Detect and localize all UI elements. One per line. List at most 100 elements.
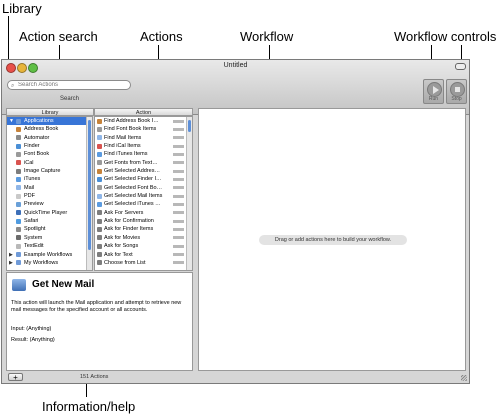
library-column-header[interactable]: Library	[6, 108, 94, 116]
action-scroll-thumb[interactable]	[188, 120, 191, 132]
search-actions-field[interactable]: ⌕	[7, 80, 131, 90]
action-icon	[97, 235, 102, 241]
action-icon	[97, 252, 102, 257]
library-item[interactable]: Mail	[7, 184, 92, 192]
library-item[interactable]: Font Book	[7, 150, 92, 158]
action-item[interactable]: Ask for Text	[95, 251, 192, 259]
callout-action-search: Action search	[19, 29, 98, 44]
action-icon	[97, 201, 102, 207]
library-item[interactable]: Image Capture	[7, 167, 92, 175]
automator-icon	[16, 135, 21, 141]
size-indicator	[173, 169, 184, 173]
action-item[interactable]: Ask For Servers	[95, 209, 192, 217]
library-item-example-workflows[interactable]: ▶ Example Workflows	[7, 251, 92, 259]
stop-button[interactable]: Stop	[446, 79, 467, 104]
action-item[interactable]: Find iTunes Items	[95, 150, 192, 158]
size-indicator	[173, 253, 184, 256]
library-item[interactable]: Finder	[7, 142, 92, 150]
preview-icon	[16, 201, 21, 207]
resize-grip-icon[interactable]	[461, 375, 467, 381]
action-item[interactable]: Get Fonts from Text…	[95, 159, 192, 167]
toolbar-toggle-button[interactable]	[455, 63, 466, 70]
action-icon	[97, 151, 102, 157]
info-description: This action will launch the Mail applica…	[11, 300, 182, 313]
add-button[interactable]: +	[8, 373, 23, 382]
library-item[interactable]: Preview	[7, 200, 92, 208]
action-item[interactable]: Find Address Book I…	[95, 117, 192, 125]
library-list: ▼ Applications Address Book Automator Fi…	[6, 116, 93, 271]
action-icon	[97, 218, 102, 224]
action-item[interactable]: Find Mail Items	[95, 134, 192, 142]
action-icon	[97, 118, 102, 124]
callout-workflow: Workflow	[240, 29, 294, 44]
size-indicator	[173, 211, 184, 215]
itunes-icon	[16, 176, 21, 182]
action-item[interactable]: Get Selected Addres…	[95, 167, 192, 175]
library-item[interactable]: PDF	[7, 192, 92, 200]
action-item[interactable]: Find iCal Items	[95, 142, 192, 150]
workflow-hint: Drag or add actions here to build your w…	[259, 235, 407, 245]
search-label: Search	[60, 96, 80, 102]
library-item[interactable]: Safari	[7, 217, 92, 225]
size-indicator	[173, 186, 184, 190]
library-item[interactable]: iTunes	[7, 175, 92, 183]
folder-icon	[16, 118, 21, 124]
action-icon	[97, 210, 102, 216]
library-item[interactable]: Spotlight	[7, 225, 92, 233]
library-scroll-thumb[interactable]	[88, 120, 91, 250]
workflow-area[interactable]: Drag or add actions here to build your w…	[198, 108, 466, 371]
action-icon	[97, 193, 102, 199]
library-item-my-workflows[interactable]: ▶ My Workflows	[7, 259, 92, 267]
action-item[interactable]: Ask for Songs	[95, 242, 192, 250]
callout-actions: Actions	[140, 29, 183, 44]
library-item[interactable]: QuickTime Player	[7, 209, 92, 217]
run-label: Run	[428, 96, 439, 102]
action-item[interactable]: Choose from List	[95, 259, 192, 267]
info-result: Result: (Anything)	[11, 337, 55, 343]
size-indicator	[173, 194, 184, 198]
quicktime-icon	[16, 210, 21, 216]
action-column-header[interactable]: Action	[94, 108, 193, 116]
font-book-icon	[16, 151, 21, 157]
action-icon	[97, 168, 102, 174]
info-title: Get New Mail	[32, 279, 95, 290]
search-icon: ⌕	[11, 83, 15, 89]
action-icon	[97, 260, 102, 266]
action-icon	[97, 160, 102, 166]
library-scrollbar[interactable]	[86, 117, 92, 270]
finder-icon	[16, 143, 21, 149]
column-headers: Library Action	[6, 108, 193, 116]
library-item[interactable]: System	[7, 234, 92, 242]
size-indicator	[173, 136, 184, 140]
library-item-applications[interactable]: ▼ Applications	[7, 117, 92, 126]
library-item[interactable]: Automator	[7, 134, 92, 142]
search-input[interactable]	[18, 81, 128, 89]
action-item[interactable]: Get Selected Font Bo…	[95, 184, 192, 192]
stop-label: Stop	[451, 96, 462, 102]
library-item[interactable]: iCal	[7, 159, 92, 167]
library-item[interactable]: Address Book	[7, 125, 92, 133]
run-button[interactable]: Run	[423, 79, 444, 104]
action-icon	[97, 226, 102, 232]
action-icon	[97, 243, 102, 249]
library-item[interactable]: TextEdit	[7, 242, 92, 250]
action-icon	[97, 176, 102, 182]
action-scrollbar[interactable]	[186, 117, 192, 270]
play-icon	[427, 82, 442, 97]
automator-window: Untitled ⌕ Search Run Stop Library Actio…	[1, 59, 470, 384]
action-item[interactable]: Ask for Finder Items	[95, 225, 192, 233]
action-item[interactable]: Ask for Confirmation	[95, 217, 192, 225]
folder-icon	[16, 260, 21, 266]
disclosure-closed-icon[interactable]: ▶	[9, 251, 13, 259]
size-indicator	[173, 161, 184, 165]
action-item[interactable]: Ask for Movies	[95, 234, 192, 242]
action-item[interactable]: Get Selected Finder I…	[95, 175, 192, 183]
action-item[interactable]: Get Selected Mail Items	[95, 192, 192, 200]
callout-library: Library	[2, 1, 42, 16]
disclosure-open-icon[interactable]: ▼	[9, 117, 14, 125]
action-item[interactable]: Find Font Book Items	[95, 125, 192, 133]
disclosure-closed-icon[interactable]: ▶	[9, 259, 13, 267]
system-icon	[16, 235, 21, 241]
safari-icon	[16, 218, 21, 224]
action-item[interactable]: Get Selected iTunes …	[95, 200, 192, 208]
